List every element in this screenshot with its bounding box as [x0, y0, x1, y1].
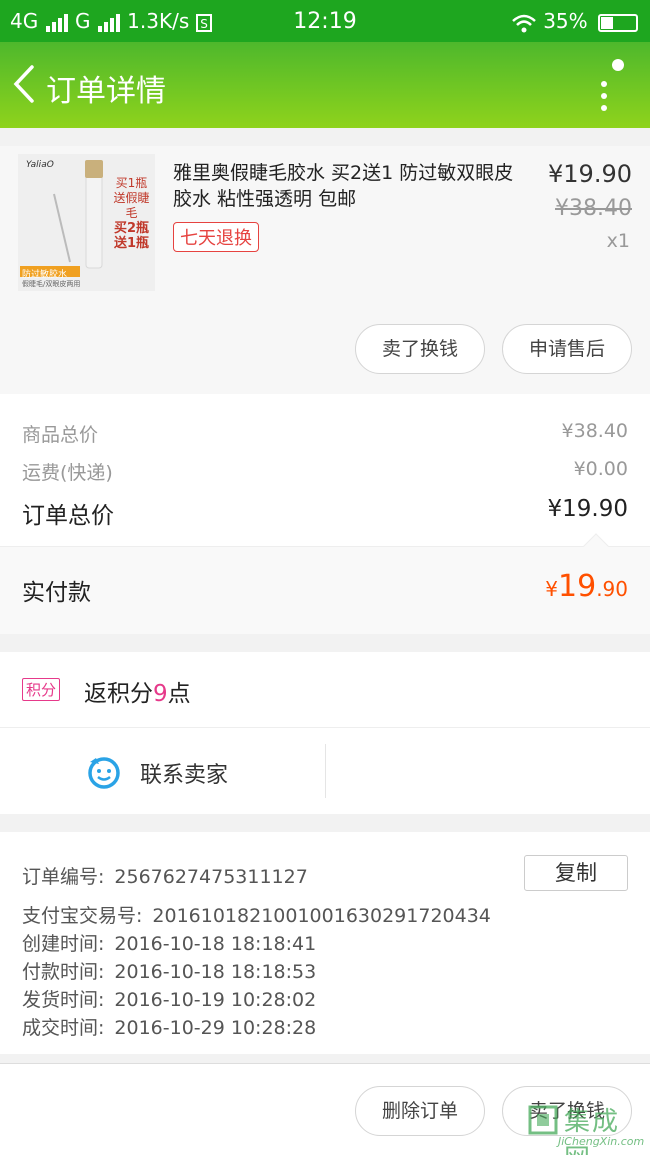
battery-level	[601, 16, 613, 29]
product-thumbnail[interactable]: YaliaO 买1瓶 送假睫毛 买2瓶 送1瓶 防过敏胶水 假睫毛/双眼皮两用	[18, 154, 155, 291]
delete-order-button[interactable]: 删除订单	[355, 1086, 485, 1136]
divider	[325, 744, 326, 798]
back-arrow-icon[interactable]	[10, 64, 36, 104]
watermark: 集成网 JiChengXin.com	[528, 1101, 646, 1155]
watermark-logo-icon	[528, 1105, 558, 1135]
watermark-url: JiChengXin.com	[558, 1135, 645, 1148]
footer-bar: 删除订单 卖了换钱 集成网 JiChengXin.com	[0, 1063, 650, 1155]
order-number-value: 2567627475311127	[114, 866, 308, 888]
paid-dec: .90	[596, 577, 628, 601]
alipay-line: 支付宝交易号: 2016101821001001630291720434	[22, 901, 491, 928]
page-title: 订单详情	[46, 74, 166, 109]
points-row: 积分 返积分9点	[0, 652, 650, 728]
paid-time-label: 付款时间:	[22, 961, 105, 983]
paid-amount-row: 实付款 ¥19.90	[0, 533, 650, 634]
points-badge: 积分	[22, 678, 61, 701]
thumb-promo-line3: 买2瓶	[113, 221, 150, 236]
goods-total-label: 商品总价	[22, 424, 99, 446]
paid-label: 实付款	[22, 580, 91, 606]
after-sale-button[interactable]: 申请售后	[502, 324, 632, 374]
contact-seller-row: 联系卖家	[0, 728, 650, 814]
order-total-label: 订单总价	[22, 503, 114, 529]
alipay-value: 2016101821001001630291720434	[152, 905, 491, 927]
caret-pointer	[583, 533, 609, 559]
order-total-value: ¥19.90	[547, 496, 628, 522]
thumb-promo: 买1瓶 送假睫毛 买2瓶 送1瓶	[108, 176, 155, 251]
created-label: 创建时间:	[22, 933, 105, 955]
paid-int: 19	[558, 569, 597, 604]
copy-button[interactable]: 复制	[524, 855, 628, 891]
wifi-icon	[511, 14, 536, 32]
product-price: ¥19.90	[548, 160, 632, 188]
done-line: 成交时间: 2016-10-29 10:28:28	[22, 1013, 316, 1040]
order-number-line: 订单编号: 2567627475311127	[22, 862, 308, 889]
chat-face-icon[interactable]	[86, 754, 122, 790]
shipped-label: 发货时间:	[22, 989, 105, 1011]
created-line: 创建时间: 2016-10-18 18:18:41	[22, 929, 316, 956]
cost-summary: 商品总价 ¥38.40 运费(快递) ¥0.00 订单总价 ¥19.90 实付款…	[0, 394, 650, 634]
order-info: 订单编号: 2567627475311127 复制 支付宝交易号: 20161018…	[0, 832, 650, 1054]
goods-total-value: ¥38.40	[561, 420, 628, 442]
status-right: 35%	[511, 9, 638, 33]
product-name[interactable]: 雅里奥假睫毛胶水 买2送1 防过敏双眼皮胶水 粘性强透明 包邮	[173, 160, 523, 212]
paid-time-line: 付款时间: 2016-10-18 18:18:53	[22, 957, 316, 984]
battery-percent: 35%	[543, 9, 588, 33]
points-text: 返积分9点	[84, 674, 191, 708]
alipay-label: 支付宝交易号:	[22, 905, 143, 927]
points-prefix: 返积分	[84, 681, 153, 707]
done-value: 2016-10-29 10:28:28	[114, 1017, 317, 1039]
status-bar: 4G G 1.3K/s S 12:19 35%	[0, 0, 650, 42]
quantity: x1	[606, 230, 630, 252]
created-value: 2016-10-18 18:18:41	[114, 933, 317, 955]
shipped-value: 2016-10-19 10:28:02	[114, 989, 317, 1011]
nav-bar: 订单详情	[0, 42, 650, 128]
shipping-value: ¥0.00	[573, 458, 628, 480]
brand-logo: YaliaO	[26, 160, 54, 170]
seven-day-return-tag: 七天退换	[173, 222, 259, 252]
more-vertical-icon[interactable]	[598, 56, 628, 116]
points-suffix: 点	[167, 681, 191, 707]
shipping-label: 运费(快递)	[22, 462, 113, 484]
thumb-promo-line4: 送1瓶	[113, 236, 150, 251]
paid-currency: ¥	[545, 577, 558, 601]
product-card: YaliaO 买1瓶 送假睫毛 买2瓶 送1瓶 防过敏胶水 假睫毛/双眼皮两用 …	[0, 146, 650, 394]
shipped-line: 发货时间: 2016-10-19 10:28:02	[22, 985, 316, 1012]
original-price: ¥38.40	[555, 196, 632, 221]
contact-seller-button[interactable]: 联系卖家	[140, 757, 228, 789]
order-number-label: 订单编号:	[22, 866, 105, 888]
paid-value: ¥19.90	[545, 569, 628, 604]
sell-for-cash-button[interactable]: 卖了换钱	[355, 324, 485, 374]
battery-icon	[598, 13, 638, 32]
thumb-promo-line1: 买1瓶	[115, 176, 148, 190]
thumb-promo-line2: 送假睫毛	[113, 191, 150, 220]
done-label: 成交时间:	[22, 1017, 105, 1039]
points-number: 9	[153, 681, 168, 707]
paid-time-value: 2016-10-18 18:18:53	[114, 961, 317, 983]
thumb-sub: 假睫毛/双眼皮两用	[22, 280, 81, 288]
